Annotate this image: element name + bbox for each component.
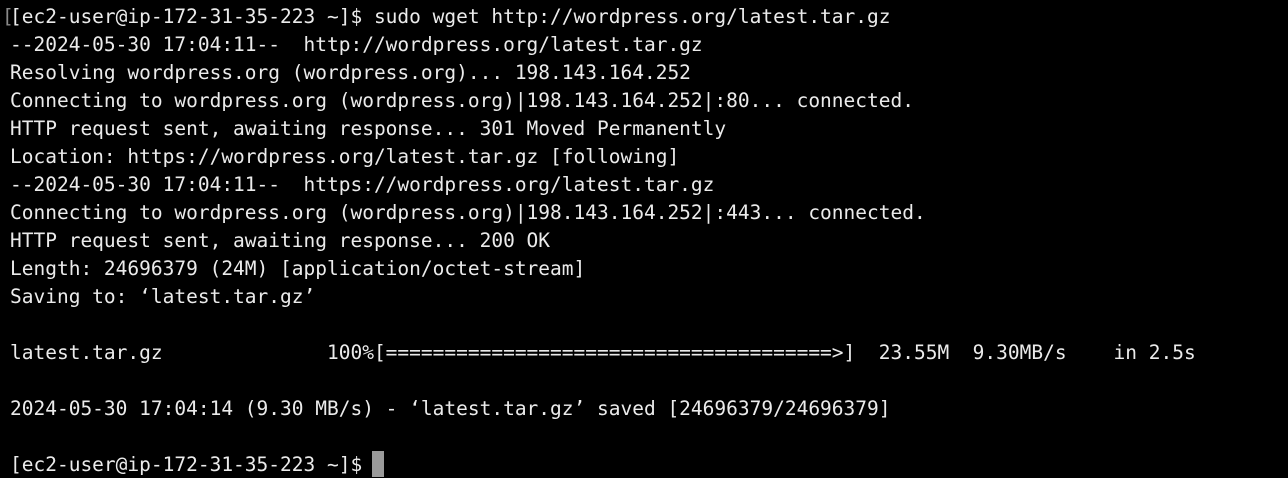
terminal-line: Location: https://wordpress.org/latest.t…: [10, 145, 680, 168]
terminal-line-prompt[interactable]: [ec2-user@ip-172-31-35-223 ~]$: [0, 451, 1288, 478]
terminal-line-command: [[ec2-user@ip-172-31-35-223 ~]$ sudo wge…: [0, 3, 1288, 31]
terminal-line: Connecting to wordpress.org (wordpress.o…: [10, 201, 926, 224]
terminal-line-progress: latest.tar.gz 100%[=====================…: [10, 341, 1196, 364]
terminal-line: HTTP request sent, awaiting response... …: [10, 229, 551, 252]
terminal-line: Length: 24696379 (24M) [application/octe…: [10, 257, 586, 280]
terminal-line: HTTP request sent, awaiting response... …: [10, 117, 727, 140]
terminal-line: Resolving wordpress.org (wordpress.org).…: [10, 61, 691, 84]
terminal-line: Connecting to wordpress.org (wordpress.o…: [10, 89, 914, 112]
prompt-text: [ec2-user@ip-172-31-35-223 ~]$: [10, 453, 363, 476]
terminal-line: Saving to: ‘latest.tar.gz’: [10, 285, 316, 308]
scrollback-marker: [: [2, 5, 14, 28]
terminal-line: --2024-05-30 17:04:11-- https://wordpres…: [10, 173, 715, 196]
text-cursor: [372, 451, 385, 477]
terminal-line: --2024-05-30 17:04:11-- http://wordpress…: [10, 33, 703, 56]
terminal-window[interactable]: [[ec2-user@ip-172-31-35-223 ~]$ sudo wge…: [0, 0, 1288, 478]
terminal-line: 2024-05-30 17:04:14 (9.30 MB/s) - ‘lates…: [10, 397, 891, 420]
terminal-line-text: [ec2-user@ip-172-31-35-223 ~]$ sudo wget…: [10, 5, 891, 28]
